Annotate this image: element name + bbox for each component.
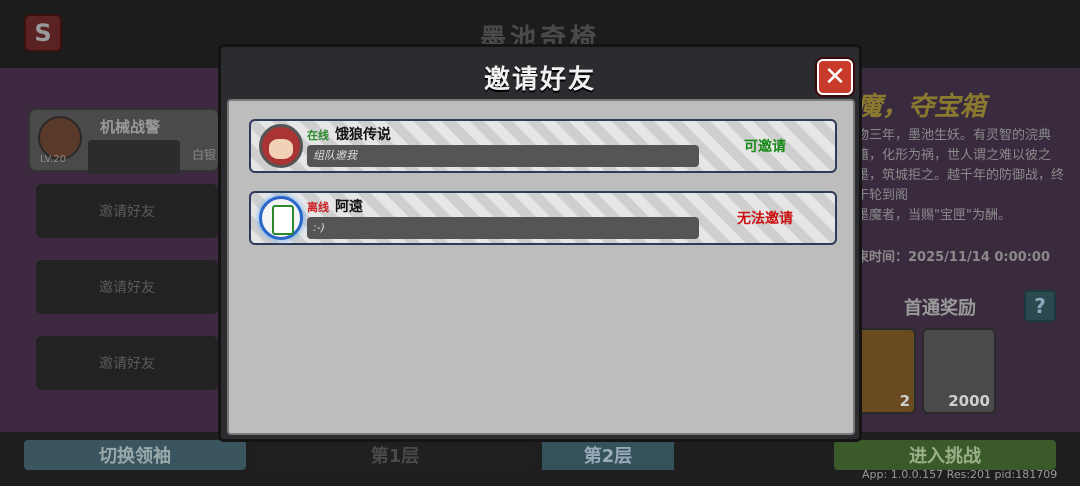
friend-name: 阿遠 <box>335 199 363 215</box>
friend-signature: 组队邀我 <box>307 145 699 167</box>
event-end-time: 束时间：2025/11/14 0:00:00 <box>856 250 1051 265</box>
reward-count: 2 <box>899 392 910 410</box>
switch-leader-button[interactable]: 切换领袖 <box>24 440 246 470</box>
help-button[interactable]: ? <box>1024 290 1056 322</box>
event-description: 物三年，墨池生妖。有灵智的浣典籍，化形为祸，世人谓之难以彼之墨，筑城拒之。越千年… <box>856 126 1066 226</box>
leader-portrait <box>88 140 180 174</box>
invite-friends-modal: 邀请好友 ✕ 在线 饿狼传说 组队邀我 可邀请 离线 阿遠 :-) 无法邀请 <box>218 44 862 442</box>
modal-title: 邀请好友 <box>483 65 596 95</box>
leader-name: 机械战警 <box>100 118 161 136</box>
friend-status: 在线 <box>307 129 329 142</box>
friend-list: 在线 饿狼传说 组队邀我 可邀请 离线 阿遠 :-) 无法邀请 <box>227 99 855 435</box>
reward-coins[interactable]: 2000 <box>922 328 996 414</box>
question-mark-icon: ? <box>1034 294 1046 318</box>
close-button[interactable]: ✕ <box>817 59 853 95</box>
event-reward-note: 墨魔者，当赐"宝匣"为酬。 <box>856 208 1011 223</box>
invite-unavailable-label: 无法邀请 <box>737 211 793 227</box>
leader-card[interactable]: LV.20 机械战警 白银 <box>28 108 220 174</box>
invite-button[interactable]: 可邀请 <box>721 136 809 156</box>
reward-count: 2000 <box>948 392 990 410</box>
back-button[interactable]: S <box>24 14 62 52</box>
leader-level: LV.20 <box>40 154 66 165</box>
friend-row[interactable]: 在线 饿狼传说 组队邀我 可邀请 <box>249 119 837 173</box>
tab-floor-2[interactable]: 第2层 <box>542 440 674 470</box>
event-headline: 魔，夺宝箱 <box>856 92 987 122</box>
friend-signature: :-) <box>307 217 699 239</box>
enter-challenge-button[interactable]: 进入挑战 <box>834 440 1056 470</box>
invite-slot-1[interactable]: 邀请好友 <box>36 184 218 238</box>
friend-avatar <box>259 196 303 240</box>
close-icon: ✕ <box>824 62 846 92</box>
back-arrow-icon: S <box>34 19 52 47</box>
event-description-text: 物三年，墨池生妖。有灵智的浣典籍，化形为祸，世人谓之难以彼之墨，筑城拒之。越千年… <box>856 128 1065 203</box>
invite-slot-2[interactable]: 邀请好友 <box>36 260 218 314</box>
friend-avatar <box>259 124 303 168</box>
leader-rank: 白银 <box>192 148 217 162</box>
friend-row[interactable]: 离线 阿遠 :-) 无法邀请 <box>249 191 837 245</box>
friend-status: 离线 <box>307 201 329 214</box>
friend-name: 饿狼传说 <box>335 127 391 143</box>
tab-floor-1[interactable]: 第1层 <box>256 440 534 470</box>
invite-slot-3[interactable]: 邀请好友 <box>36 336 218 390</box>
version-text: App: 1.0.0.157 Res:201 pid:181709 <box>862 468 1058 481</box>
reward-title: 首通奖励 <box>904 298 976 319</box>
